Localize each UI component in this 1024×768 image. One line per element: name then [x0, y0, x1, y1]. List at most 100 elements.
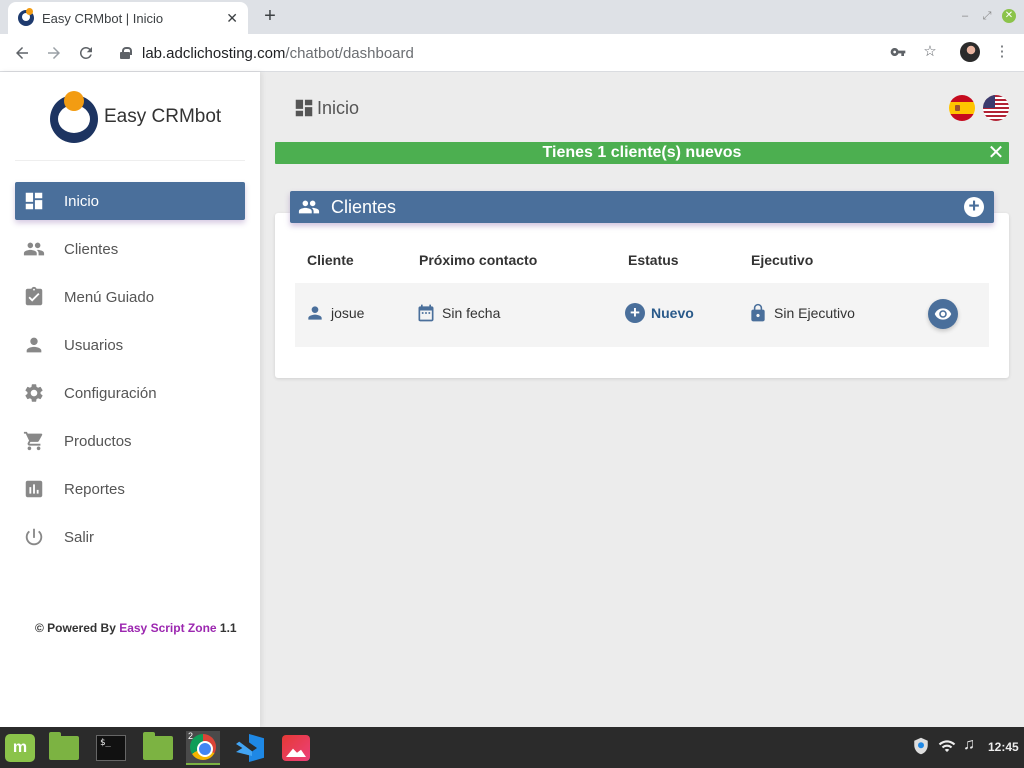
photos-icon[interactable] [279, 731, 313, 765]
sidebar-item-usuarios[interactable]: Usuarios [15, 326, 245, 364]
sidebar-item-inicio[interactable]: Inicio [15, 182, 245, 220]
new-clients-alert: Tienes 1 cliente(s) nuevos ✕ [275, 142, 1009, 164]
power-icon [23, 526, 45, 548]
bookmark-star-icon[interactable]: ☆ [920, 42, 940, 62]
maximize-icon[interactable]: ⤢ [980, 9, 994, 23]
sidebar-divider [15, 160, 245, 161]
people-icon [298, 200, 320, 214]
clients-card-header: Clientes + [290, 191, 994, 223]
add-client-button[interactable]: + [964, 197, 984, 217]
reload-button[interactable] [74, 41, 98, 65]
page-title-text: Inicio [317, 97, 360, 118]
folder-icon[interactable] [141, 731, 175, 765]
alert-message: Tienes 1 cliente(s) nuevos [542, 144, 742, 161]
footer-prefix: © Powered By [35, 621, 120, 635]
sidebar-item-configuracion[interactable]: Configuración [15, 374, 245, 412]
add-circle-icon: + [625, 303, 645, 323]
sidebar-item-label: Configuración [64, 384, 157, 402]
table-row: josue Sin fecha + Nuevo Sin Ejecutivo [295, 283, 989, 347]
tab-close-icon[interactable]: ✕ [226, 10, 238, 27]
column-header-estatus: Estatus [628, 252, 679, 268]
eye-icon [934, 308, 952, 320]
browser-toolbar: lab.adclichosting.com/chatbot/dashboard … [0, 34, 1024, 72]
dashboard-icon [295, 99, 313, 117]
cell-proximo-contacto: Sin fecha [416, 303, 500, 323]
dashboard-icon [23, 190, 45, 212]
wifi-icon[interactable] [938, 737, 956, 758]
clipboard-check-icon [23, 286, 45, 308]
sidebar-item-label: Menú Guiado [64, 288, 155, 306]
new-tab-button[interactable]: + [258, 4, 282, 28]
sidebar-item-label: Clientes [64, 240, 119, 258]
os-taskbar: m $_ 2 ♫ 12:45 [0, 727, 1024, 768]
brand-logo [50, 91, 98, 143]
brand-name: Easy CRMbot [104, 106, 222, 127]
music-icon[interactable]: ♫ [963, 736, 975, 754]
profile-avatar[interactable] [960, 42, 980, 62]
bar-chart-icon [23, 478, 45, 500]
sidebar-menu: Inicio Clientes Menú Guiado Usuarios Con… [15, 182, 245, 566]
person-icon [23, 334, 45, 356]
sidebar: Easy CRMbot Inicio Clientes Menú Guiado … [0, 72, 260, 727]
sidebar-footer: © Powered By Easy Script Zone 1.1 [35, 621, 237, 635]
chrome-icon[interactable]: 2 [186, 731, 220, 765]
sidebar-item-menu-guiado[interactable]: Menú Guiado [15, 278, 245, 316]
url-path: /chatbot/dashboard [285, 44, 414, 62]
main-content: Inicio Tienes 1 cliente(s) nuevos ✕ Clie… [260, 72, 1024, 727]
cell-cliente: josue [305, 303, 364, 323]
person-icon [308, 306, 322, 320]
spain-flag-icon[interactable] [949, 95, 975, 121]
menu-dots-icon[interactable]: ⋮ [992, 42, 1012, 62]
files-folder-icon[interactable] [47, 731, 81, 765]
lock-icon [751, 303, 765, 322]
gear-icon [23, 382, 45, 404]
sidebar-item-clientes[interactable]: Clientes [15, 230, 245, 268]
next-contact-value: Sin fecha [442, 305, 501, 321]
address-bar[interactable]: lab.adclichosting.com/chatbot/dashboard [108, 38, 948, 68]
shield-icon[interactable] [912, 737, 930, 758]
executive-value: Sin Ejecutivo [774, 305, 855, 321]
footer-link[interactable]: Easy Script Zone [119, 621, 216, 635]
forward-button[interactable] [42, 41, 66, 65]
back-button[interactable] [10, 41, 34, 65]
people-icon [23, 238, 45, 260]
view-client-button[interactable] [928, 299, 958, 329]
cell-estatus: + Nuevo [625, 303, 694, 323]
client-name: josue [331, 305, 365, 321]
table-header: Cliente Próximo contacto Estatus Ejecuti… [307, 252, 987, 272]
sidebar-item-label: Reportes [64, 480, 125, 498]
column-header-cliente: Cliente [307, 252, 354, 268]
close-icon[interactable]: ✕ [987, 142, 1005, 164]
browser-tab-strip: Easy CRMbot | Inicio ✕ + – ⤢ ✕ [0, 0, 1024, 34]
sidebar-item-label: Usuarios [64, 336, 124, 354]
clients-card-title: Clientes [331, 196, 397, 217]
status-badge: Nuevo [651, 305, 694, 321]
column-header-proximo-contacto: Próximo contacto [419, 252, 538, 268]
sidebar-item-label: Productos [64, 432, 132, 450]
cart-icon [23, 430, 45, 452]
lock-icon [120, 47, 132, 59]
sidebar-item-label: Inicio [64, 192, 100, 210]
terminal-icon[interactable]: $_ [94, 731, 128, 765]
usa-flag-icon[interactable] [983, 95, 1009, 121]
minimize-icon[interactable]: – [958, 9, 972, 23]
tab-title: Easy CRMbot | Inicio [42, 10, 164, 26]
cell-ejecutivo: Sin Ejecutivo [748, 303, 855, 323]
brand[interactable]: Easy CRMbot [50, 91, 221, 143]
browser-tab[interactable]: Easy CRMbot | Inicio ✕ [8, 2, 248, 34]
mint-menu-icon[interactable]: m [3, 731, 37, 765]
calendar-icon [418, 304, 434, 322]
vscode-icon[interactable] [233, 731, 267, 765]
footer-version: 1.1 [216, 621, 237, 635]
sidebar-item-label: Salir [64, 528, 95, 546]
favicon-icon [18, 8, 34, 26]
sidebar-item-productos[interactable]: Productos [15, 422, 245, 460]
column-header-ejecutivo: Ejecutivo [751, 252, 814, 268]
key-icon[interactable] [888, 42, 908, 62]
clock[interactable]: 12:45 [988, 740, 1019, 754]
page-title: Inicio [293, 97, 359, 119]
sidebar-item-salir[interactable]: Salir [15, 518, 245, 556]
url-host: lab.adclichosting.com [142, 44, 286, 62]
window-close-icon[interactable]: ✕ [1002, 9, 1016, 23]
sidebar-item-reportes[interactable]: Reportes [15, 470, 245, 508]
